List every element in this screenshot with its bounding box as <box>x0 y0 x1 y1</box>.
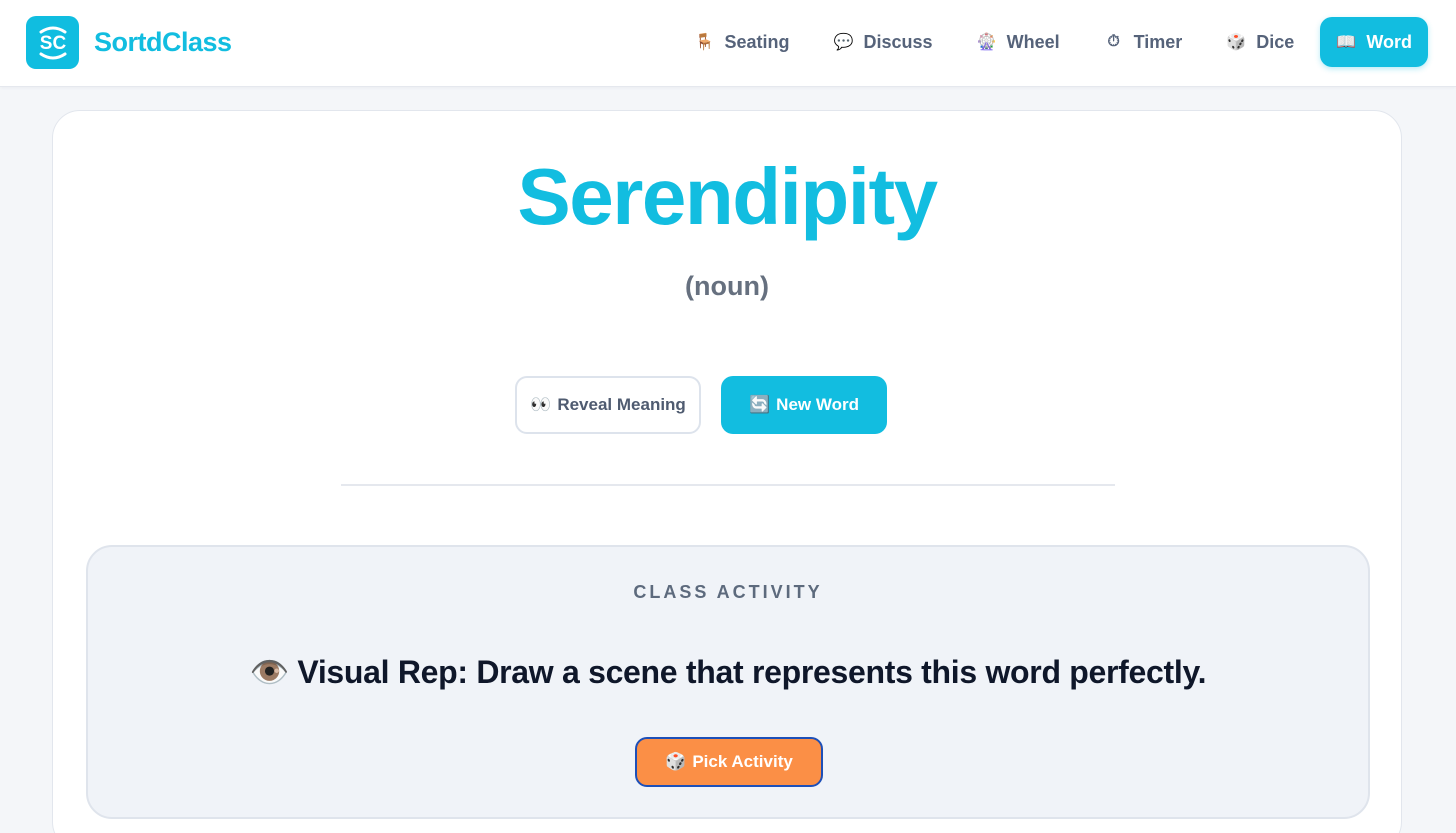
word-card: Serendipity (noun) 👀 Reveal Meaning 🔄 Ne… <box>52 110 1402 833</box>
divider <box>341 484 1115 486</box>
activity-prompt-text: Visual Rep: Draw a scene that represents… <box>297 654 1207 690</box>
eye-icon: 👁️ <box>249 654 290 690</box>
nav-item-label: Dice <box>1256 31 1295 52</box>
stopwatch-icon: ⏱ <box>1107 33 1120 50</box>
pick-activity-label: Pick Activity <box>692 752 793 771</box>
nav-item-label: Word <box>1366 31 1412 52</box>
new-word-button[interactable]: 🔄 New Word <box>721 376 887 434</box>
nav-item-dice[interactable]: 🎲 Dice <box>1208 17 1312 67</box>
new-word-label: New Word <box>776 395 859 414</box>
ferris-wheel-icon: 🎡 <box>976 34 997 51</box>
class-activity-panel: CLASS ACTIVITY 👁️ Visual Rep: Draw a scen… <box>86 545 1370 819</box>
nav-item-timer[interactable]: ⏱ Timer <box>1086 17 1201 67</box>
nav-item-word[interactable]: 📖 Word <box>1320 17 1428 67</box>
main-nav: 🪑 Seating 💬 Discuss 🎡 Wheel ⏱ Timer 🎲 Di… <box>677 17 1428 67</box>
nav-item-wheel[interactable]: 🎡 Wheel <box>959 17 1078 67</box>
word-title: Serendipity <box>517 152 938 241</box>
nav-item-label: Discuss <box>863 31 933 52</box>
dice-icon: 🎲 <box>665 752 687 771</box>
pick-activity-button[interactable]: 🎲 Pick Activity <box>635 737 823 787</box>
brand-name: SortdClass <box>94 27 232 57</box>
reveal-meaning-button[interactable]: 👀 Reveal Meaning <box>515 376 701 434</box>
brand[interactable]: SC SortdClass <box>26 16 232 69</box>
nav-item-seating[interactable]: 🪑 Seating <box>677 17 808 67</box>
eyes-icon: 👀 <box>530 395 552 414</box>
activity-prompt: 👁️ Visual Rep: Draw a scene that represen… <box>88 653 1368 691</box>
nav-item-label: Seating <box>724 31 790 52</box>
reveal-meaning-label: Reveal Meaning <box>557 395 686 414</box>
svg-text:SC: SC <box>39 33 66 54</box>
activity-heading: CLASS ACTIVITY <box>633 582 823 602</box>
nav-item-label: Timer <box>1133 31 1183 52</box>
part-of-speech: (noun) <box>685 271 769 301</box>
refresh-icon: 🔄 <box>749 395 771 414</box>
chair-icon: 🪑 <box>694 34 715 51</box>
word-actions: 👀 Reveal Meaning 🔄 New Word <box>1 376 1349 434</box>
top-header: SC SortdClass 🪑 Seating 💬 Discuss 🎡 Whee… <box>0 0 1456 87</box>
logo-icon: SC <box>26 16 79 69</box>
dice-icon: 🎲 <box>1226 34 1247 51</box>
nav-item-discuss[interactable]: 💬 Discuss <box>816 17 951 67</box>
open-book-icon: 📖 <box>1336 34 1357 51</box>
speech-bubble-icon: 💬 <box>833 34 854 51</box>
nav-item-label: Wheel <box>1006 31 1060 52</box>
